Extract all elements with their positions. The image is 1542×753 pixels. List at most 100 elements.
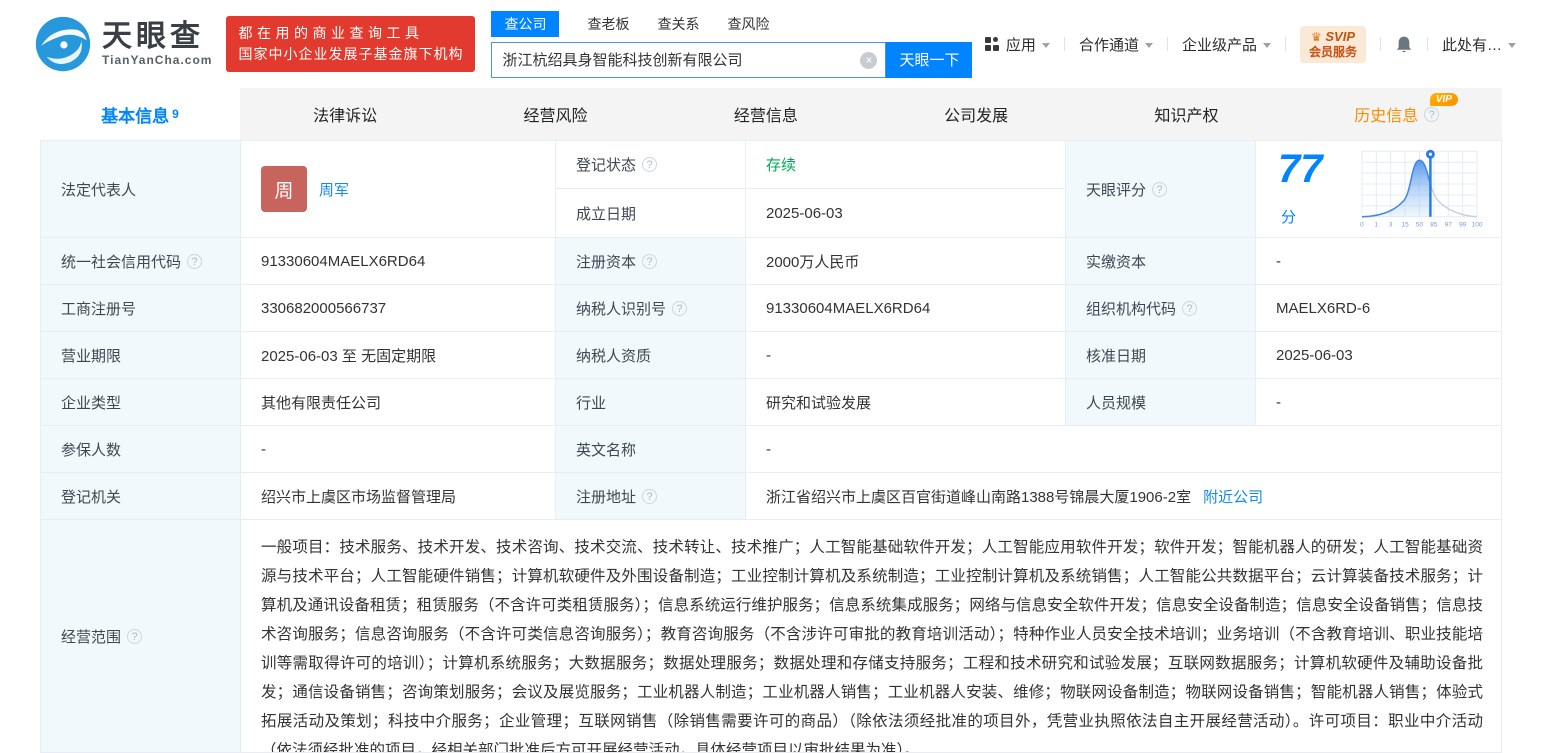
industry-label: 行业	[556, 379, 746, 426]
help-icon[interactable]: ?	[1424, 107, 1439, 122]
approval-date-value: 2025-06-03	[1256, 332, 1501, 379]
tab-business-info[interactable]: 经营信息	[661, 88, 871, 140]
section-tab-bar: 基本信息9 法律诉讼 经营风险 经营信息 公司发展 知识产权 VIP 历史信息 …	[40, 88, 1502, 140]
company-info-table: 法定代表人 周 周军 登记状态? 存续 成立日期 2025-06-03 天眼评分…	[40, 140, 1502, 753]
score-value: 77分	[1256, 141, 1501, 238]
help-icon[interactable]: ?	[1152, 182, 1167, 197]
company-type-value: 其他有限责任公司	[241, 379, 556, 426]
search-input[interactable]	[491, 42, 886, 78]
legal-rep-label: 法定代表人	[41, 141, 241, 238]
nav-apps[interactable]: 应用	[985, 34, 1050, 55]
reg-number-value: 330682000566737	[241, 285, 556, 332]
reg-authority-label: 登记机关	[41, 473, 241, 520]
nav-enterprise-products[interactable]: 企业级产品	[1182, 34, 1271, 55]
svg-text:85: 85	[1430, 222, 1438, 229]
paid-capital-value: -	[1256, 238, 1501, 285]
nav-partner-label: 合作通道	[1079, 34, 1139, 55]
help-icon[interactable]: ?	[187, 254, 202, 269]
svip-sublabel: 会员服务	[1309, 45, 1357, 60]
company-type-label: 企业类型	[41, 379, 241, 426]
reg-authority-value: 绍兴市上虞区市场监督管理局	[241, 473, 556, 520]
tab-operating-risk[interactable]: 经营风险	[450, 88, 660, 140]
svg-text:50: 50	[1416, 222, 1424, 229]
reg-address-label: 注册地址?	[556, 473, 746, 520]
score-label: 天眼评分?	[1066, 141, 1256, 238]
tab-basic-info-count: 9	[172, 107, 179, 121]
search-tab-relation[interactable]: 查关系	[657, 14, 699, 34]
reg-capital-label: 注册资本?	[556, 238, 746, 285]
score-number: 77分	[1278, 149, 1340, 229]
tab-history-info[interactable]: VIP 历史信息 ?	[1292, 88, 1502, 140]
search-tab-risk[interactable]: 查风险	[727, 14, 769, 34]
chevron-down-icon	[1508, 43, 1516, 48]
search-tabs: 查公司 查老板 查关系 查风险	[491, 11, 973, 37]
svg-text:100: 100	[1472, 222, 1483, 229]
insured-count-value: -	[241, 426, 556, 473]
taxpayer-id-value: 91330604MAELX6RD64	[746, 285, 1066, 332]
tab-legal-proceedings[interactable]: 法律诉讼	[240, 88, 450, 140]
help-icon[interactable]: ?	[127, 629, 142, 644]
search-tab-boss[interactable]: 查老板	[587, 14, 629, 34]
org-code-value: MAELX6RD-6	[1256, 285, 1501, 332]
clear-search-icon[interactable]: ×	[860, 52, 877, 69]
help-icon[interactable]: ?	[1182, 301, 1197, 316]
business-term-value: 2025-06-03 至 无固定期限	[241, 332, 556, 379]
business-scope-label: 经营范围?	[41, 520, 241, 753]
nav-partner-channel[interactable]: 合作通道	[1079, 34, 1153, 55]
nav-apps-label: 应用	[1006, 34, 1036, 55]
search-area: 查公司 查老板 查关系 查风险 × 天眼一下	[491, 11, 973, 78]
svip-label: SVIP	[1325, 29, 1355, 44]
site-header: 天眼查 TianYanCha.com 都在用的商业查询工具 国家中小企业发展子基…	[0, 0, 1542, 88]
credit-code-label: 统一社会信用代码?	[41, 238, 241, 285]
staff-size-label: 人员规模	[1066, 379, 1256, 426]
tab-company-development[interactable]: 公司发展	[871, 88, 1081, 140]
reg-status-value: 存续	[746, 141, 1066, 189]
search-button[interactable]: 天眼一下	[886, 42, 972, 78]
status-badge: 存续	[766, 154, 796, 175]
nearby-companies-link[interactable]: 附近公司	[1203, 486, 1263, 507]
help-icon[interactable]: ?	[642, 489, 657, 504]
chevron-down-icon	[1263, 43, 1271, 48]
taxpayer-quality-label: 纳税人资质	[556, 332, 746, 379]
help-icon[interactable]: ?	[642, 254, 657, 269]
brand-slogan: 都在用的商业查询工具 国家中小企业发展子基金旗下机构	[226, 16, 475, 72]
top-nav: 应用 合作通道 企业级产品 ♛ SVIP 会员服务 此处有…	[985, 26, 1542, 63]
tab-intellectual-property[interactable]: 知识产权	[1081, 88, 1291, 140]
tab-basic-info[interactable]: 基本信息9	[40, 88, 240, 140]
help-icon[interactable]: ?	[642, 157, 657, 172]
svip-member-badge[interactable]: ♛ SVIP 会员服务	[1300, 26, 1366, 63]
english-name-value: -	[746, 426, 1501, 473]
nav-enterprise-label: 企业级产品	[1182, 34, 1257, 55]
svg-text:99: 99	[1459, 222, 1467, 229]
vip-ribbon-badge: VIP	[1430, 93, 1458, 106]
help-icon[interactable]: ?	[672, 301, 687, 316]
business-scope-value: 一般项目：技术服务、技术开发、技术咨询、技术交流、技术转让、技术推广；人工智能基…	[241, 520, 1501, 753]
business-term-label: 营业期限	[41, 332, 241, 379]
taxpayer-quality-value: -	[746, 332, 1066, 379]
paid-capital-label: 实缴资本	[1066, 238, 1256, 285]
nav-user-label: 此处有…	[1442, 34, 1502, 55]
score-distribution-chart: 0 1 3 15 50 85 97 99 100	[1352, 146, 1487, 232]
tianyancha-logo-icon	[34, 15, 92, 73]
brand-domain: TianYanCha.com	[102, 53, 212, 67]
brand-logo[interactable]: 天眼查 TianYanCha.com	[34, 15, 212, 73]
nav-user-menu[interactable]: 此处有…	[1442, 34, 1516, 55]
industry-value: 研究和试验发展	[746, 379, 1066, 426]
crown-icon: ♛	[1311, 30, 1322, 44]
reg-status-label: 登记状态?	[556, 141, 746, 189]
credit-code-value: 91330604MAELX6RD64	[241, 238, 556, 285]
search-tab-company[interactable]: 查公司	[491, 11, 559, 37]
approval-date-label: 核准日期	[1066, 332, 1256, 379]
insured-count-label: 参保人数	[41, 426, 241, 473]
taxpayer-id-label: 纳税人识别号?	[556, 285, 746, 332]
legal-rep-name-link[interactable]: 周军	[319, 179, 349, 200]
legal-rep-value: 周 周军	[241, 141, 556, 238]
est-date-value: 2025-06-03	[746, 189, 1066, 238]
notification-bell-icon[interactable]	[1395, 35, 1413, 54]
reg-number-label: 工商注册号	[41, 285, 241, 332]
legal-rep-avatar[interactable]: 周	[261, 166, 307, 212]
english-name-label: 英文名称	[556, 426, 746, 473]
svg-text:97: 97	[1445, 222, 1453, 229]
apps-grid-icon	[985, 37, 999, 51]
slogan-line-1: 都在用的商业查询工具	[238, 23, 463, 44]
